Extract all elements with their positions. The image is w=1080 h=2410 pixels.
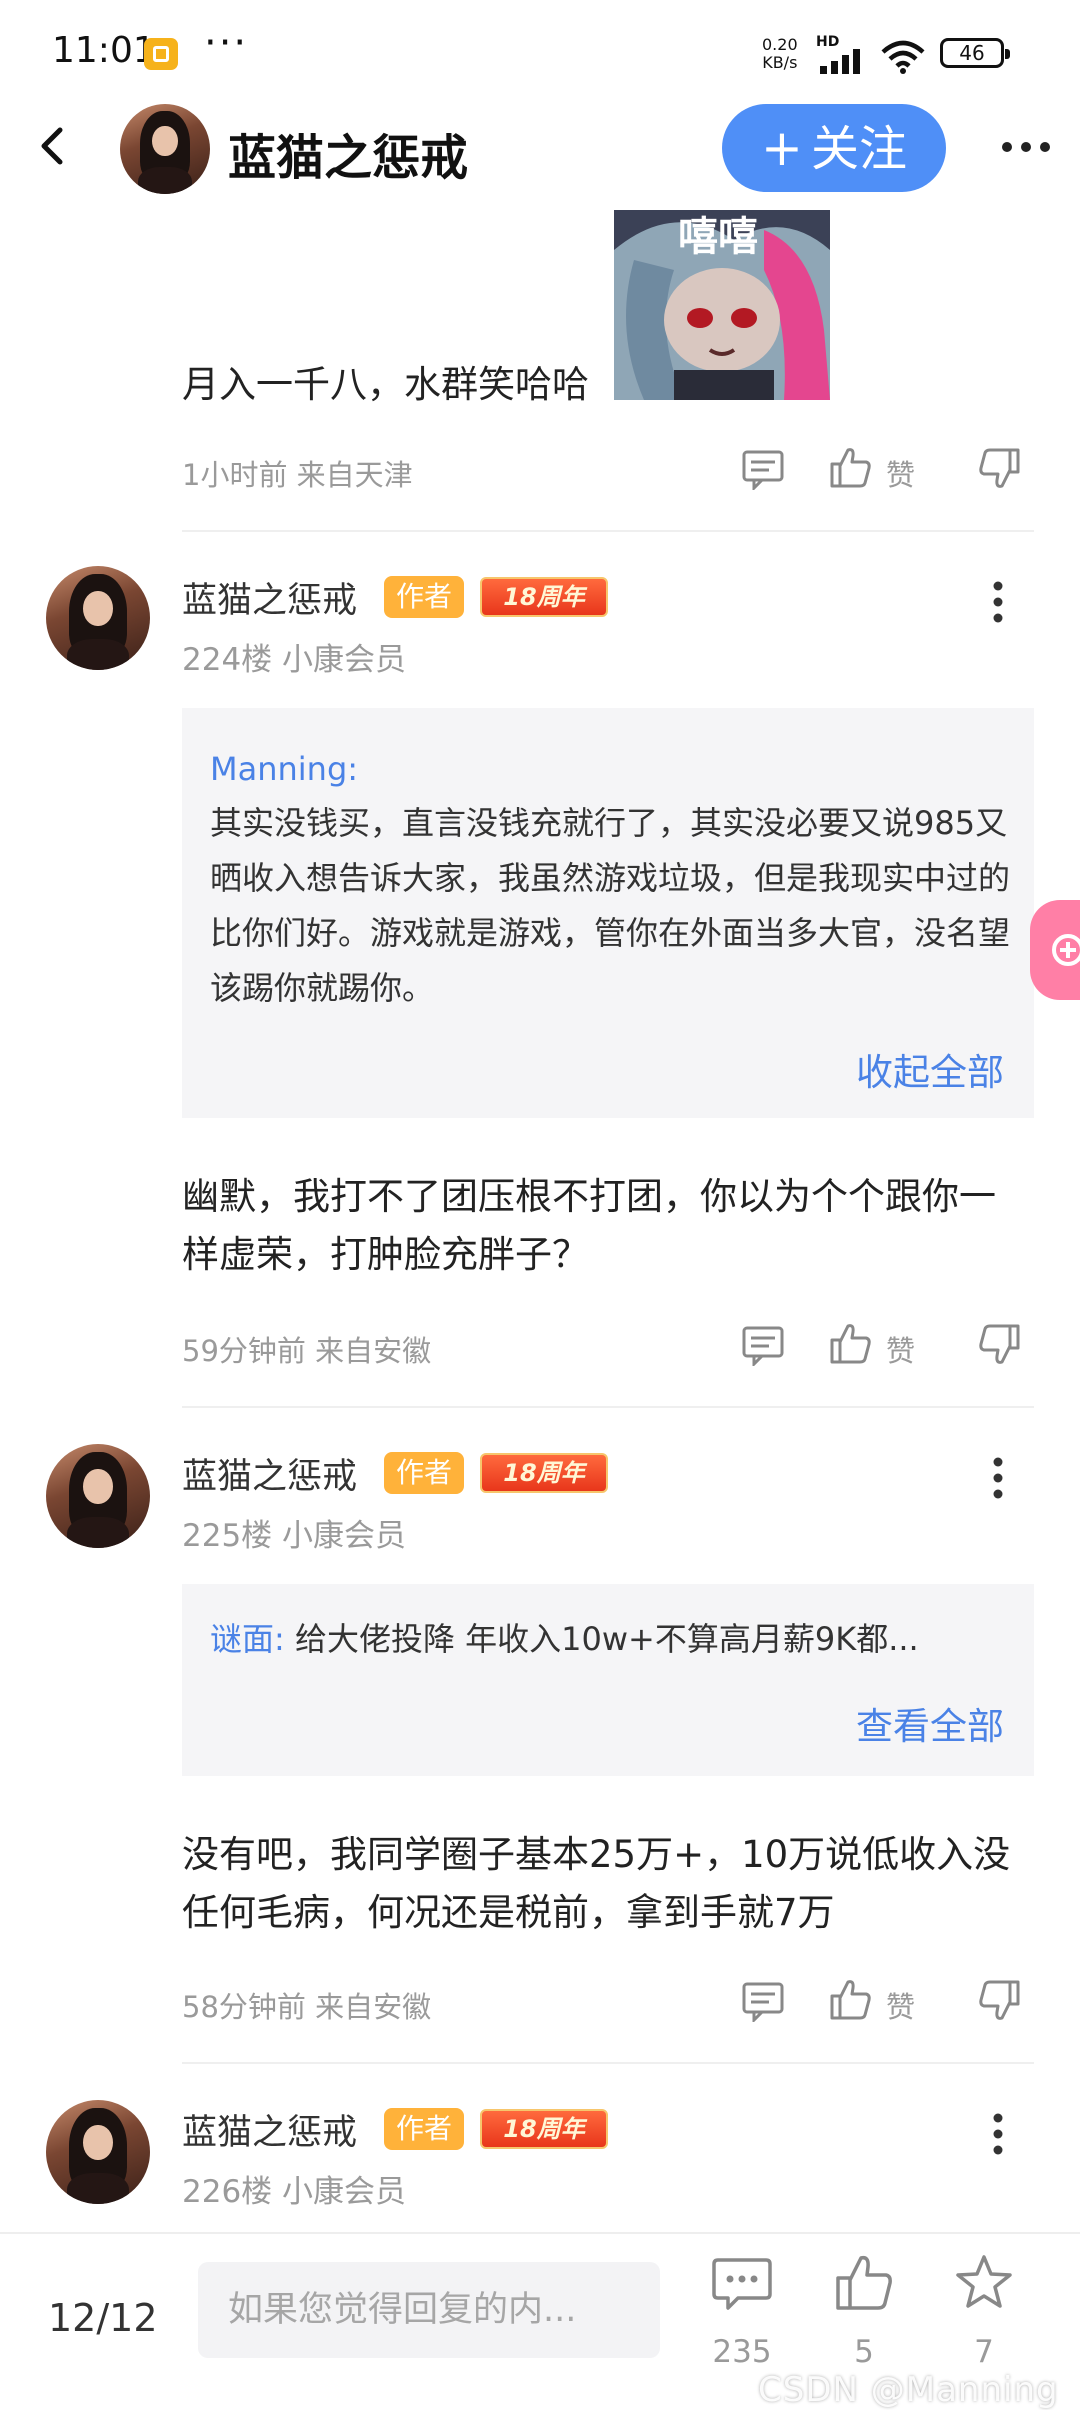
dislike-icon[interactable]	[978, 1980, 1022, 2022]
sticker-caption: 嘻嘻	[678, 214, 758, 260]
network-speed-unit: KB/s	[762, 53, 798, 72]
quote-author[interactable]: 谜面:	[210, 1620, 285, 1658]
comment-text: 幽默，我打不了团压根不打团，你以为个个跟你一样虚荣，打肿脸充胖子？	[182, 1175, 996, 1276]
anniversary-badge: 18周年	[480, 1453, 608, 1493]
thread-header: 蓝猫之惩戒 + 关注	[0, 96, 1080, 200]
like-icon[interactable]	[828, 1322, 872, 1364]
kebab-menu-icon[interactable]	[992, 1456, 1004, 1500]
battery-icon: 46	[940, 38, 1010, 68]
post-text: 月入一千八，水群笑哈哈	[182, 363, 589, 406]
like-label[interactable]: 赞	[886, 452, 915, 494]
network-speed: 0.20 KB/s	[762, 36, 798, 72]
reply-input[interactable]	[198, 2262, 660, 2358]
comment-count: 235	[712, 2334, 772, 2370]
comment-count-icon[interactable]	[712, 2256, 772, 2312]
like-count-icon[interactable]	[834, 2254, 894, 2310]
user-avatar[interactable]	[46, 566, 150, 670]
wifi-icon	[881, 40, 925, 74]
more-options-icon[interactable]	[1000, 140, 1052, 154]
user-avatar[interactable]	[46, 1444, 150, 1548]
divider	[182, 530, 1034, 532]
like-count: 5	[854, 2334, 874, 2370]
quote-body: 谜面: 给大佬投降 年收入10w+不算高月薪9K都...	[210, 1612, 1010, 1667]
signal-icon	[820, 49, 860, 74]
follow-button[interactable]: + 关注	[722, 104, 946, 192]
author-badge: 作者	[384, 576, 464, 618]
floating-side-button[interactable]	[1030, 900, 1080, 1000]
kebab-menu-icon[interactable]	[992, 2112, 1004, 2156]
quoted-reply: 谜面: 给大佬投降 年收入10w+不算高月薪9K都... 查看全部	[182, 1584, 1034, 1776]
like-label[interactable]: 赞	[886, 1328, 915, 1370]
dislike-icon[interactable]	[978, 1324, 1022, 1366]
page-title[interactable]: 蓝猫之惩戒	[228, 118, 468, 188]
star-count: 7	[974, 2334, 994, 2370]
author-badge: 作者	[384, 1452, 464, 1494]
divider	[182, 1406, 1034, 1408]
comment-icon[interactable]	[742, 1326, 784, 1366]
collapse-all-link[interactable]: 收起全部	[856, 1042, 1004, 1096]
follow-label: 关注	[810, 121, 907, 177]
quote-author[interactable]: Manning:	[210, 750, 358, 788]
floor-info: 225楼 小康会员	[182, 1518, 407, 1554]
comment-text: 没有吧，我同学圈子基本25万+，10万说低收入没任何毛病，何况还是税前，拿到手就…	[182, 1833, 1011, 1934]
comment-meta: 58分钟前 来自安徽	[182, 1990, 432, 2024]
plus-icon: +	[761, 119, 803, 177]
status-more-dots: ···	[204, 20, 249, 66]
watermark: CSDN @Manning	[758, 2370, 1059, 2410]
quote-excerpt: 给大佬投降 年收入10w+不算高月薪9K都...	[294, 1620, 919, 1658]
quote-body: 其实没钱买，直言没钱充就行了，其实没必要又说985又晒收入想告诉大家，我虽然游戏…	[210, 804, 1011, 1007]
header-avatar[interactable]	[120, 104, 210, 194]
notification-icon	[144, 38, 178, 70]
floor-info: 226楼 小康会员	[182, 2174, 407, 2210]
username[interactable]: 蓝猫之惩戒	[182, 1448, 357, 1499]
dislike-icon[interactable]	[978, 448, 1022, 490]
floor-info: 224楼 小康会员	[182, 642, 407, 678]
quote-name: Manning:	[210, 742, 1010, 797]
page-indicator[interactable]: 12/12	[48, 2296, 158, 2340]
comment-meta: 59分钟前 来自安徽	[182, 1334, 432, 1368]
post-meta: 1小时前 来自天津	[182, 458, 413, 492]
anniversary-badge: 18周年	[480, 577, 608, 617]
username[interactable]: 蓝猫之惩戒	[182, 2104, 357, 2155]
comment-icon[interactable]	[742, 1982, 784, 2022]
author-badge: 作者	[384, 2108, 464, 2150]
kebab-menu-icon[interactable]	[992, 580, 1004, 624]
divider	[182, 2062, 1034, 2064]
star-icon[interactable]	[954, 2254, 1014, 2310]
sticker-image[interactable]: 嘻嘻	[614, 210, 830, 400]
like-icon[interactable]	[828, 446, 872, 488]
username[interactable]: 蓝猫之惩戒	[182, 572, 357, 623]
back-arrow-icon[interactable]	[34, 126, 74, 166]
anniversary-badge: 18周年	[480, 2109, 608, 2149]
status-bar: 11:01 ··· 0.20 KB/s HD 46	[0, 0, 1080, 96]
comment-icon[interactable]	[742, 450, 784, 490]
quoted-reply: Manning: 其实没钱买，直言没钱充就行了，其实没必要又说985又晒收入想告…	[182, 708, 1034, 1118]
like-icon[interactable]	[828, 1978, 872, 2020]
like-label[interactable]: 赞	[886, 1984, 915, 2026]
network-speed-value: 0.20	[762, 35, 798, 54]
plus-circle-icon	[1052, 934, 1080, 966]
status-time: 11:01	[52, 30, 156, 71]
view-all-link[interactable]: 查看全部	[856, 1696, 1004, 1750]
user-avatar[interactable]	[46, 2100, 150, 2204]
